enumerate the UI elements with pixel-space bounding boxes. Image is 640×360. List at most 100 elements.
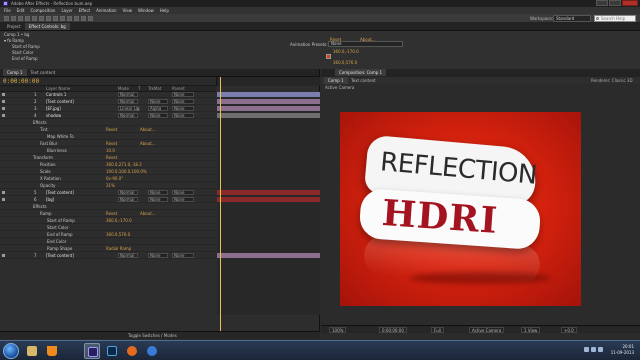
about-link[interactable]: About... — [140, 127, 156, 133]
visibility-eye-icon[interactable] — [2, 254, 5, 257]
property-row[interactable]: Start of Ramp 360.0,-170.0 — [0, 218, 216, 224]
property-row[interactable]: Transform Reset — [0, 155, 216, 161]
visibility-eye-icon[interactable] — [2, 93, 5, 96]
trkmat-select[interactable]: None — [148, 197, 168, 202]
layer-name[interactable]: [Text content] — [46, 253, 74, 259]
end-of-ramp-value[interactable]: 360.0,576.0 — [333, 60, 357, 66]
trkmat-select[interactable]: None — [148, 253, 168, 258]
brush-tool-icon[interactable] — [67, 16, 72, 21]
tab-composition[interactable]: Composition: Comp 1 — [335, 69, 387, 76]
zoom-select[interactable]: 100% — [329, 327, 347, 333]
layer-name[interactable]: [bg] — [46, 197, 54, 203]
property-row[interactable]: Ramp Shape Radial Ramp — [0, 246, 216, 252]
tab-comp-1[interactable]: Comp 1 — [3, 69, 27, 76]
visibility-eye-icon[interactable] — [2, 100, 5, 103]
layer-duration-bar[interactable] — [217, 190, 320, 195]
resolution-select[interactable]: Full — [431, 327, 444, 333]
about-link[interactable]: About... — [140, 211, 156, 217]
property-value[interactable]: 0x-90.0° — [106, 176, 123, 182]
menu-layer[interactable]: Layer — [61, 8, 72, 13]
close-button[interactable] — [622, 0, 638, 6]
layer-duration-bar[interactable] — [217, 253, 320, 258]
layer-row[interactable]: 4 shadow Normal None None — [0, 113, 216, 119]
property-row[interactable]: Opacity 31% — [0, 183, 216, 189]
renderer-value[interactable]: Classic 3D — [612, 78, 633, 83]
selection-tool-icon[interactable] — [4, 16, 9, 21]
property-value[interactable]: 10.0 — [106, 148, 115, 154]
trkmat-select[interactable]: None — [148, 113, 168, 118]
taskbar-clock[interactable]: 20:01 11-09-2013 — [611, 344, 634, 356]
network-icon[interactable] — [584, 347, 589, 352]
composition-viewer[interactable]: REFLECTION HDRI — [340, 112, 581, 306]
layer-duration-bar[interactable] — [217, 106, 320, 111]
exposure-value[interactable]: +0.0 — [561, 327, 577, 333]
property-value[interactable]: 360.0,-170.0 — [106, 218, 132, 224]
layer-duration-bar[interactable] — [217, 99, 320, 104]
subtab-text-content[interactable]: Text content — [347, 77, 380, 84]
property-value[interactable]: Radial Ramp — [106, 246, 131, 252]
property-row[interactable]: End Color — [0, 239, 216, 245]
parent-select[interactable]: None — [172, 92, 194, 97]
tab-text-content[interactable]: Text content — [27, 69, 60, 76]
property-row[interactable]: Effects — [0, 204, 216, 210]
layer-duration-bar[interactable] — [217, 113, 320, 118]
layer-row[interactable]: 3 [EF.jpg] Linear Lig Alpha None — [0, 106, 216, 112]
layer-row[interactable]: 5 [Text content] Normal None None — [0, 190, 216, 196]
visibility-eye-icon[interactable] — [2, 114, 5, 117]
pen-tool-icon[interactable] — [53, 16, 58, 21]
layer-name[interactable]: [Text content] — [46, 99, 74, 105]
mode-select[interactable]: Normal — [118, 197, 138, 202]
camera-select[interactable]: Active Camera — [469, 327, 505, 333]
layer-row[interactable]: 6 [bg] Normal None None — [0, 197, 216, 203]
volume-icon[interactable] — [591, 347, 596, 352]
parent-select[interactable]: None — [172, 253, 194, 258]
mode-select[interactable]: Normal — [118, 99, 138, 104]
property-row[interactable]: X Rotation 0x-90.0° — [0, 176, 216, 182]
parent-select[interactable]: None — [172, 106, 194, 111]
text-tool-icon[interactable] — [60, 16, 65, 21]
camera-tool-icon[interactable] — [32, 16, 37, 21]
menu-effect[interactable]: Effect — [79, 8, 91, 13]
layer-name[interactable]: [Text content] — [46, 190, 74, 196]
search-help-input[interactable]: Search Help — [594, 15, 636, 22]
property-row[interactable]: Tint Reset About... — [0, 127, 216, 133]
menu-animation[interactable]: Animation — [96, 8, 116, 13]
minimize-button[interactable] — [596, 0, 608, 6]
shape-tool-icon[interactable] — [46, 16, 51, 21]
rotation-tool-icon[interactable] — [25, 16, 30, 21]
property-row[interactable]: Start Color — [0, 225, 216, 231]
visibility-eye-icon[interactable] — [2, 107, 5, 110]
menu-view[interactable]: View — [123, 8, 133, 13]
layer-duration-bar[interactable] — [217, 92, 320, 97]
property-value[interactable]: 31% — [106, 183, 115, 189]
trkmat-select[interactable]: None — [148, 99, 168, 104]
parent-select[interactable]: None — [172, 113, 194, 118]
maximize-button[interactable] — [609, 0, 621, 6]
layer-duration-bar[interactable] — [217, 197, 320, 202]
property-value[interactable]: Reset — [106, 211, 117, 217]
mode-select[interactable]: Normal — [118, 113, 138, 118]
tab-effect-controls[interactable]: Effect Controls: bg — [24, 23, 70, 30]
layer-name[interactable]: Controls 1 — [46, 92, 66, 98]
workspace-select[interactable]: Standard — [553, 15, 591, 22]
views-select[interactable]: 1 View — [521, 327, 541, 333]
visibility-eye-icon[interactable] — [2, 198, 5, 201]
animation-presets-select[interactable]: None — [328, 41, 403, 47]
eraser-tool-icon[interactable] — [81, 16, 86, 21]
pan-behind-tool-icon[interactable] — [39, 16, 44, 21]
toggle-switches-modes[interactable]: Toggle Switches / Modes — [128, 333, 177, 338]
layer-row[interactable]: 7 [Text content] Normal None None — [0, 253, 216, 259]
mode-select[interactable]: Normal — [118, 92, 138, 97]
parent-select[interactable]: None — [172, 99, 194, 104]
layer-name[interactable]: shadow — [46, 113, 61, 119]
property-row[interactable]: Scale 100.0,100.0,100.0% — [0, 169, 216, 175]
firefox-app-icon[interactable] — [124, 343, 140, 359]
trkmat-select[interactable]: Alpha — [148, 106, 168, 111]
property-value[interactable]: Reset — [106, 141, 117, 147]
menu-edit[interactable]: Edit — [17, 8, 25, 13]
property-value[interactable]: Reset — [106, 127, 117, 133]
mode-select[interactable]: Normal — [118, 253, 138, 258]
explorer-app-icon[interactable] — [24, 343, 40, 359]
layer-name[interactable]: [EF.jpg] — [46, 106, 61, 112]
menu-composition[interactable]: Composition — [30, 8, 55, 13]
